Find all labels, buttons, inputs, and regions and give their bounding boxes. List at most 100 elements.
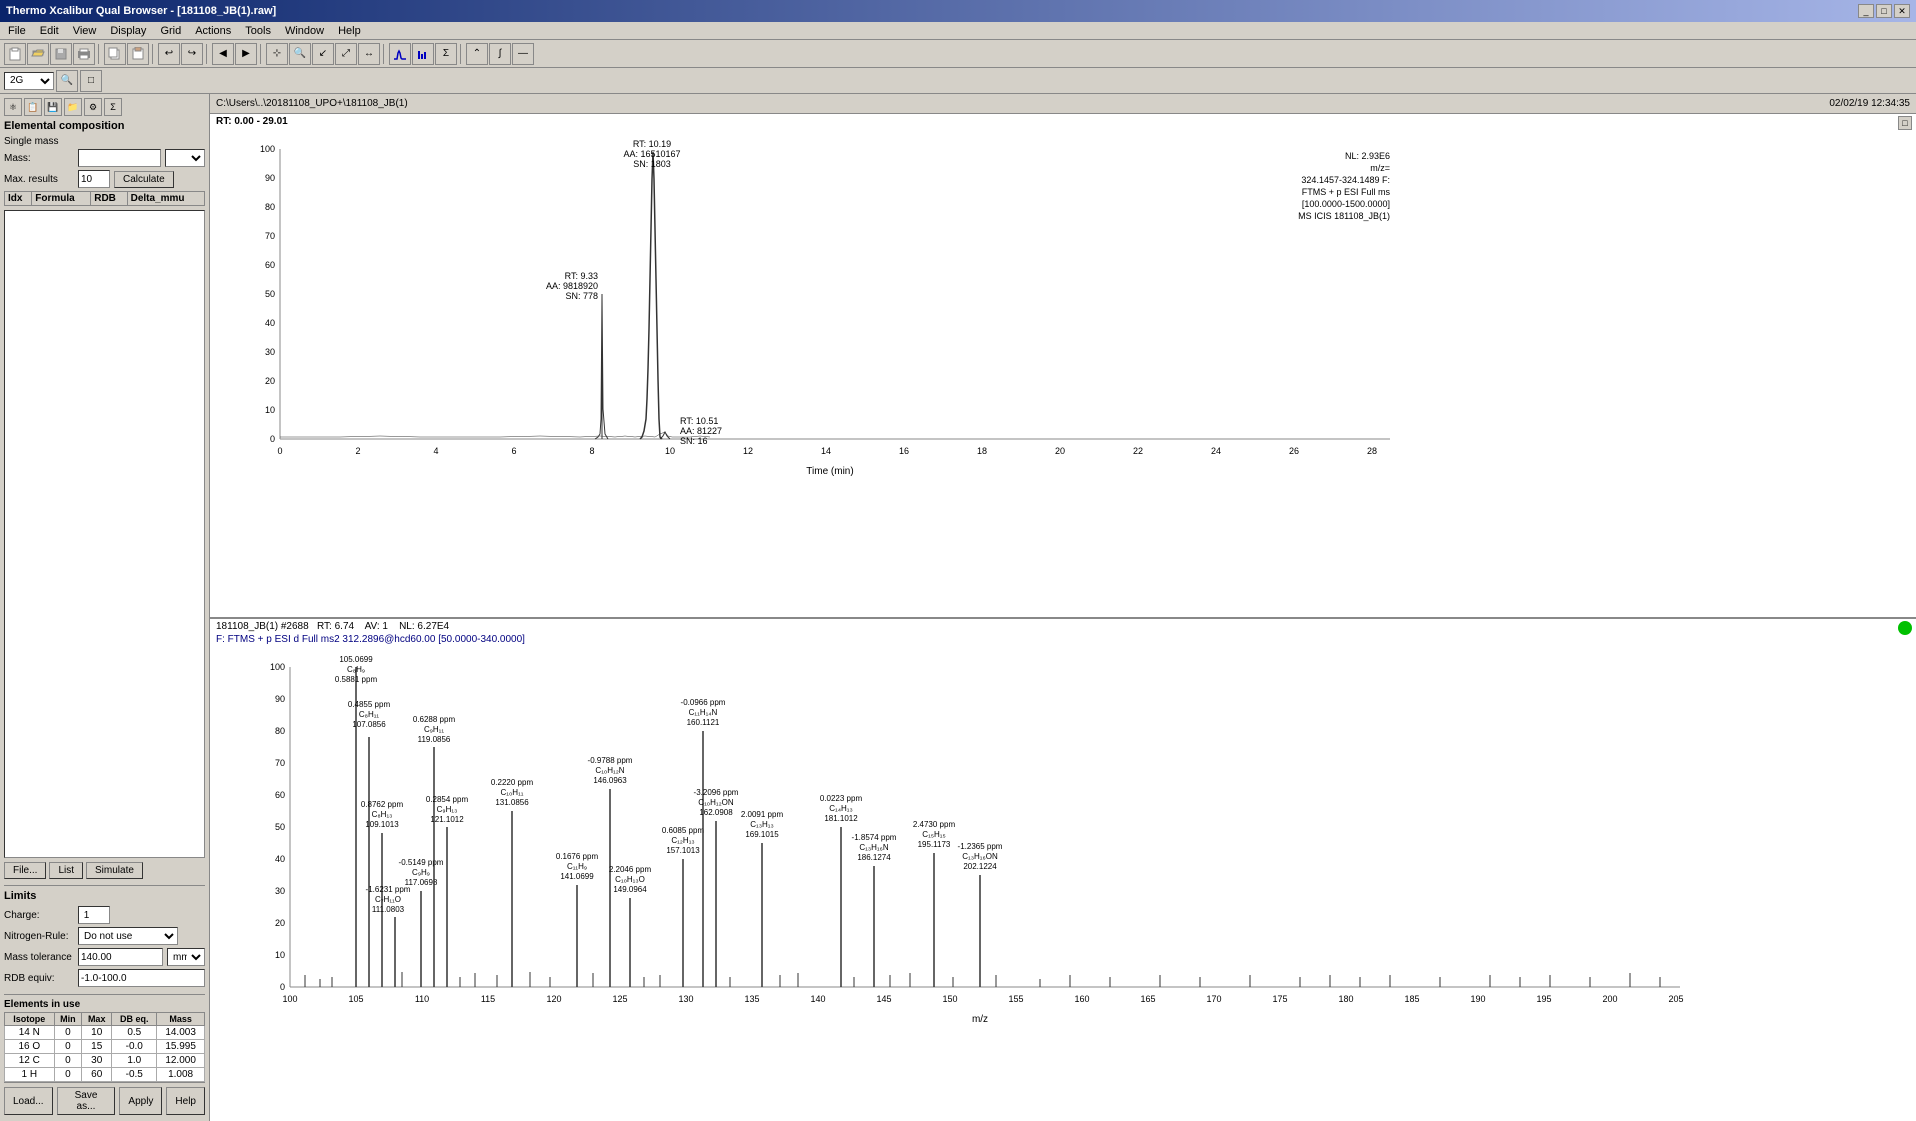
toolbar-formula[interactable]: Σ [435,43,457,65]
toolbar-prev[interactable]: ◀ [212,43,234,65]
panel-btn-6[interactable]: Σ [104,98,122,116]
toolbar-redo[interactable]: ↪ [181,43,203,65]
svg-text:100: 100 [282,994,297,1004]
svg-text:AA: 9818920: AA: 9818920 [546,281,598,291]
menu-window[interactable]: Window [281,24,328,38]
svg-text:202.1224: 202.1224 [963,862,997,871]
svg-text:40: 40 [265,318,275,328]
svg-text:AA: 16510167: AA: 16510167 [623,149,680,159]
zoom-window-btn[interactable]: □ [80,70,102,92]
svg-text:0.8762 ppm: 0.8762 ppm [361,800,404,809]
svg-text:FTMS + p ESI Full ms: FTMS + p ESI Full ms [1302,187,1391,197]
toolbar-zoom-x[interactable]: ↔ [358,43,380,65]
toolbar-print[interactable] [73,43,95,65]
toolbar-spectrum[interactable] [412,43,434,65]
panel-btn-4[interactable]: 📁 [64,98,82,116]
zoom-in-btn[interactable]: 🔍 [56,70,78,92]
toolbar-next[interactable]: ▶ [235,43,257,65]
toolbar-paste[interactable] [127,43,149,65]
toolbar-integrate[interactable]: ∫ [489,43,511,65]
window-controls[interactable]: _ □ ✕ [1858,4,1910,18]
menu-actions[interactable]: Actions [191,24,235,38]
svg-text:NL: 2.93E6: NL: 2.93E6 [1345,151,1390,161]
toolbar-open[interactable] [27,43,49,65]
toolbar-sep-5 [383,44,386,64]
simulate-button[interactable]: Simulate [86,862,143,879]
menu-help[interactable]: Help [334,24,365,38]
scan-formula: F: FTMS + p ESI d Full ms2 312.2896@hcd6… [210,634,1916,647]
load-button[interactable]: Load... [4,1087,53,1115]
menu-file[interactable]: File [4,24,30,38]
left-panel: ⚛ 📋 💾 📁 ⚙ Σ Elemental composition Single… [0,94,210,1121]
svg-text:117.0698: 117.0698 [405,878,438,887]
file-datetime: 02/02/19 12:34:35 [1829,98,1910,109]
table-row: 1 H060-0.51.008 [5,1068,205,1082]
limits-title: Limits [4,890,205,902]
panel-toolbar: ⚛ 📋 💾 📁 ⚙ Σ [4,98,205,116]
toolbar-save[interactable] [50,43,72,65]
charge-input[interactable] [78,906,110,924]
zoom-select[interactable]: 2G [4,72,54,90]
col-rdb: RDB [91,192,127,206]
nitrogen-rule-label: Nitrogen-Rule: [4,931,74,942]
svg-text:2.2046 ppm: 2.2046 ppm [609,865,652,874]
minimize-button[interactable]: _ [1858,4,1874,18]
toolbar-peak[interactable]: ⌃ [466,43,488,65]
expand-top-btn[interactable]: □ [1898,116,1912,130]
file-button[interactable]: File... [4,862,46,879]
panel-btn-1[interactable]: ⚛ [4,98,22,116]
rdb-equiv-input[interactable] [78,969,205,987]
svg-text:0.5881 ppm: 0.5881 ppm [335,675,378,684]
panel-btn-5[interactable]: ⚙ [84,98,102,116]
ms2-spectrum-chart: 181108_JB(1) #2688 RT: 6.74 AV: 1 NL: 6.… [210,619,1916,1121]
close-button[interactable]: ✕ [1894,4,1910,18]
svg-text:RT: 10.51: RT: 10.51 [680,416,718,426]
mass-input[interactable] [78,149,161,167]
nitrogen-rule-select[interactable]: Do not use Must use Optional [78,927,178,945]
svg-text:24: 24 [1211,446,1221,456]
toolbar-chromatogram[interactable] [389,43,411,65]
max-results-input[interactable] [78,170,110,188]
toolbar-baseline[interactable]: — [512,43,534,65]
mass-type-select[interactable] [165,149,205,167]
panel-btn-3[interactable]: 💾 [44,98,62,116]
toolbar-zoom-fit[interactable]: ⤢ [335,43,357,65]
results-area[interactable] [4,210,205,858]
menu-grid[interactable]: Grid [156,24,185,38]
table-row: 12 C0301.012.000 [5,1054,205,1068]
apply-button[interactable]: Apply [119,1087,162,1115]
svg-text:0: 0 [277,446,282,456]
save-as-button[interactable]: Save as... [57,1087,116,1115]
panel-btn-2[interactable]: 📋 [24,98,42,116]
help-button[interactable]: Help [166,1087,205,1115]
mass-tolerance-input[interactable] [78,948,163,966]
maximize-button[interactable]: □ [1876,4,1892,18]
svg-text:C₁₀H₁₁: C₁₀H₁₁ [501,788,524,797]
svg-text:AA: 81227: AA: 81227 [680,426,722,436]
mass-tolerance-unit-select[interactable]: mmu ppm [167,948,205,966]
action-buttons: File... List Simulate [4,862,205,879]
svg-text:157.1013: 157.1013 [666,846,700,855]
svg-text:-1.8574 ppm: -1.8574 ppm [852,833,897,842]
menu-display[interactable]: Display [106,24,150,38]
svg-text:m/z: m/z [972,1014,988,1025]
toolbar-zoom-in[interactable]: 🔍 [289,43,311,65]
svg-text:C₁₂H₁₃: C₁₂H₁₃ [671,836,694,845]
svg-text:6: 6 [511,446,516,456]
svg-text:m/z=: m/z= [1370,163,1390,173]
menu-view[interactable]: View [69,24,101,38]
toolbar-select[interactable]: ⊹ [266,43,288,65]
toolbar-zoom-out[interactable]: ↙ [312,43,334,65]
list-button[interactable]: List [49,862,83,879]
svg-text:160: 160 [1074,994,1089,1004]
calculate-button[interactable]: Calculate [114,171,174,188]
menu-tools[interactable]: Tools [241,24,275,38]
toolbar-undo[interactable]: ↩ [158,43,180,65]
svg-text:181.1012: 181.1012 [824,814,858,823]
toolbar-new[interactable] [4,43,26,65]
svg-text:-0.0966 ppm: -0.0966 ppm [681,698,726,707]
toolbar-copy[interactable] [104,43,126,65]
menu-edit[interactable]: Edit [36,24,63,38]
svg-text:C₉H₉: C₉H₉ [412,868,430,877]
svg-text:162.0908: 162.0908 [699,808,733,817]
